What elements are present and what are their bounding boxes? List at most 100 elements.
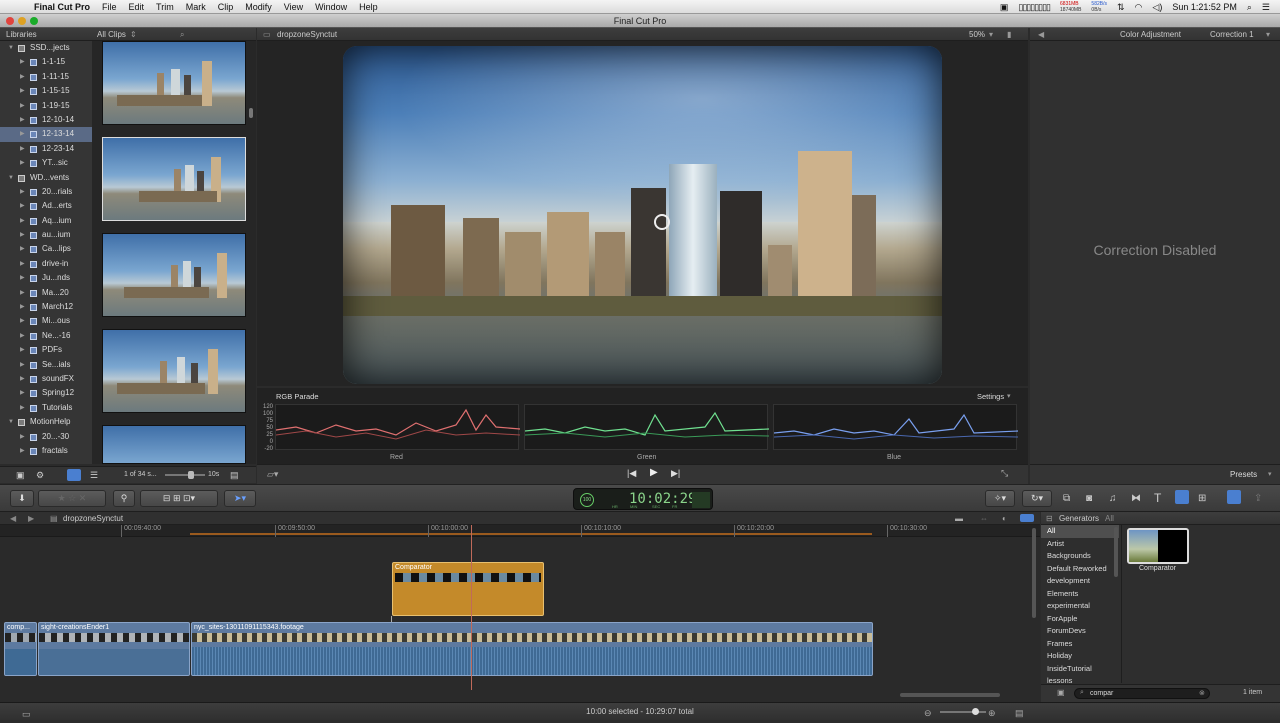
library-item[interactable]: ▶ Ca...lips	[0, 242, 92, 256]
disclosure-closed-icon[interactable]: ▶	[20, 127, 25, 141]
show-libraries-icon[interactable]: ▣	[16, 470, 25, 481]
library-item[interactable]: ▶ soundFX	[0, 372, 92, 386]
play-icon[interactable]: ▶	[650, 467, 658, 478]
generator-category[interactable]: development	[1041, 575, 1119, 588]
generator-search-field[interactable]: ⌕ compar ⊗	[1074, 688, 1210, 699]
spotlight-icon[interactable]: ⌕	[1247, 2, 1252, 13]
disclosure-closed-icon[interactable]: ▶	[20, 430, 25, 444]
clip-thumbnail[interactable]	[102, 329, 246, 413]
disclosure-closed-icon[interactable]: ▶	[20, 401, 25, 415]
list-view-icon[interactable]: ☰	[90, 470, 98, 481]
view-options-icon[interactable]: ▮	[1007, 28, 1011, 41]
disclosure-closed-icon[interactable]: ▶	[20, 314, 25, 328]
disclosure-closed-icon[interactable]: ▶	[20, 386, 25, 400]
import-button[interactable]: ⬇	[10, 490, 34, 507]
primary-clip[interactable]: nyc_sites-13011091115343.footage	[191, 622, 873, 676]
disclosure-closed-icon[interactable]: ▶	[20, 300, 25, 314]
wifi-icon[interactable]: ◠	[1135, 2, 1143, 13]
library-item[interactable]: ▶ drive-in	[0, 257, 92, 271]
presets-button[interactable]: Presets	[1230, 470, 1257, 479]
camera-icon[interactable]: ▣	[1000, 2, 1009, 13]
clip-zoom-handle[interactable]	[188, 471, 194, 479]
media-browser-icon[interactable]: ⧉	[1063, 493, 1070, 504]
menu-clip[interactable]: Clip	[218, 2, 234, 12]
viewer-zoom[interactable]: 50%	[969, 28, 985, 41]
enhancements-icon[interactable]: ▱▾	[267, 469, 278, 480]
library-item[interactable]: ▶ 20...rials	[0, 185, 92, 199]
disclosure-open-icon[interactable]: ▼	[8, 41, 14, 55]
sidebar-toggle-icon[interactable]: ▣	[1057, 688, 1065, 697]
viewer-frame[interactable]	[343, 46, 942, 384]
generator-category[interactable]: Artist	[1041, 538, 1119, 551]
scope-settings[interactable]: Settings	[977, 392, 1004, 401]
disclosure-closed-icon[interactable]: ▶	[20, 113, 25, 127]
timeline-zoom-handle[interactable]	[972, 708, 979, 715]
zoom-in-icon[interactable]: ⊕	[988, 705, 996, 722]
generator-category[interactable]: experimental	[1041, 600, 1119, 613]
library-item[interactable]: ▶ 1-15-15	[0, 84, 92, 98]
music-icon[interactable]: ♫	[1109, 493, 1117, 504]
disclosure-closed-icon[interactable]: ▶	[20, 329, 25, 343]
playhead[interactable]	[471, 525, 472, 690]
library-item[interactable]: ▶ au...ium	[0, 228, 92, 242]
disclosure-open-icon[interactable]: ▼	[8, 415, 14, 429]
zoom-out-icon[interactable]: ⊖	[924, 705, 932, 722]
library-item[interactable]: ▶ PDFs	[0, 343, 92, 357]
gear-icon[interactable]: ⚙	[36, 470, 44, 481]
library-item[interactable]: ▶ 20...-30	[0, 430, 92, 444]
library-item[interactable]: ▶ fractals	[0, 444, 92, 458]
forward-icon[interactable]: ▶	[28, 512, 34, 525]
generator-category[interactable]: InsideTutorial	[1041, 663, 1119, 676]
disclosure-closed-icon[interactable]: ▶	[20, 257, 25, 271]
disclosure-closed-icon[interactable]: ▶	[20, 84, 25, 98]
library-item[interactable]: ▶ 12-13-14	[0, 127, 92, 142]
share-icon[interactable]: ⇪	[1254, 493, 1262, 504]
select-tool-button[interactable]: ➤▾	[224, 490, 256, 507]
disclosure-closed-icon[interactable]: ▶	[20, 199, 25, 213]
disclosure-closed-icon[interactable]: ▶	[20, 372, 25, 386]
retime-button[interactable]: ↻▾	[1022, 490, 1052, 507]
library-item[interactable]: ▶ Spring12	[0, 386, 92, 400]
timeline-horizontal-scrollbar[interactable]	[900, 693, 1000, 697]
disclosure-closed-icon[interactable]: ▶	[20, 242, 25, 256]
filmstrip-view-icon[interactable]	[67, 469, 81, 481]
primary-clip[interactable]: sight-creationsEnder1	[38, 622, 190, 676]
library-item[interactable]: ▶ 1-1-15	[0, 55, 92, 69]
clip-thumbnail[interactable]	[102, 41, 246, 125]
keyword-button[interactable]: ⚲	[113, 490, 135, 507]
timeline-vertical-scrollbar[interactable]	[1032, 528, 1036, 618]
menu-view[interactable]: View	[284, 2, 303, 12]
audio-skimming-icon[interactable]: ◐	[1002, 512, 1007, 525]
inspector-toggle-icon[interactable]	[1227, 490, 1241, 504]
library-item[interactable]: ▶ Ad...erts	[0, 199, 92, 213]
generator-thumbnail[interactable]	[1127, 528, 1189, 564]
transfer-icon[interactable]: ⇅	[1117, 2, 1125, 13]
enhance-button[interactable]: ✧▾	[985, 490, 1015, 507]
edit-buttons[interactable]: ⊟ ⊞ ⊡▾	[140, 490, 218, 507]
clip-appearance-icon[interactable]: ▬	[955, 512, 963, 525]
menu-trim[interactable]: Trim	[156, 2, 174, 12]
generator-category[interactable]: ForumDevs	[1041, 625, 1119, 638]
generator-category[interactable]: All	[1041, 525, 1119, 538]
menu-help[interactable]: Help	[359, 2, 378, 12]
library-item[interactable]: ▶ Ju...nds	[0, 271, 92, 285]
next-frame-icon[interactable]: ▶|	[671, 468, 680, 479]
transitions-icon[interactable]: ⧓	[1131, 493, 1141, 504]
generator-category[interactable]: Frames	[1041, 638, 1119, 651]
library-item[interactable]: ▼ WD...vents	[0, 171, 92, 185]
previous-frame-icon[interactable]: |◀	[627, 468, 636, 479]
disclosure-closed-icon[interactable]: ▶	[20, 70, 25, 84]
rating-buttons[interactable]: ★ ☆ ✕	[38, 490, 106, 507]
generators-icon[interactable]	[1175, 490, 1189, 504]
disclosure-icon[interactable]: ⊟	[1046, 512, 1053, 525]
clip-thumbnail[interactable]	[102, 425, 246, 464]
disclosure-closed-icon[interactable]: ▶	[20, 286, 25, 300]
volume-icon[interactable]: ◁)	[1152, 2, 1162, 13]
audio-meters-icon[interactable]: ▤	[1015, 705, 1024, 722]
menu-mark[interactable]: Mark	[186, 2, 206, 12]
generator-category[interactable]: Default Reworked	[1041, 563, 1119, 576]
back-icon[interactable]: ◀	[10, 512, 16, 525]
disclosure-closed-icon[interactable]: ▶	[20, 185, 25, 199]
menu-edit[interactable]: Edit	[129, 2, 145, 12]
skimming-icon[interactable]: ⇔	[980, 512, 988, 525]
